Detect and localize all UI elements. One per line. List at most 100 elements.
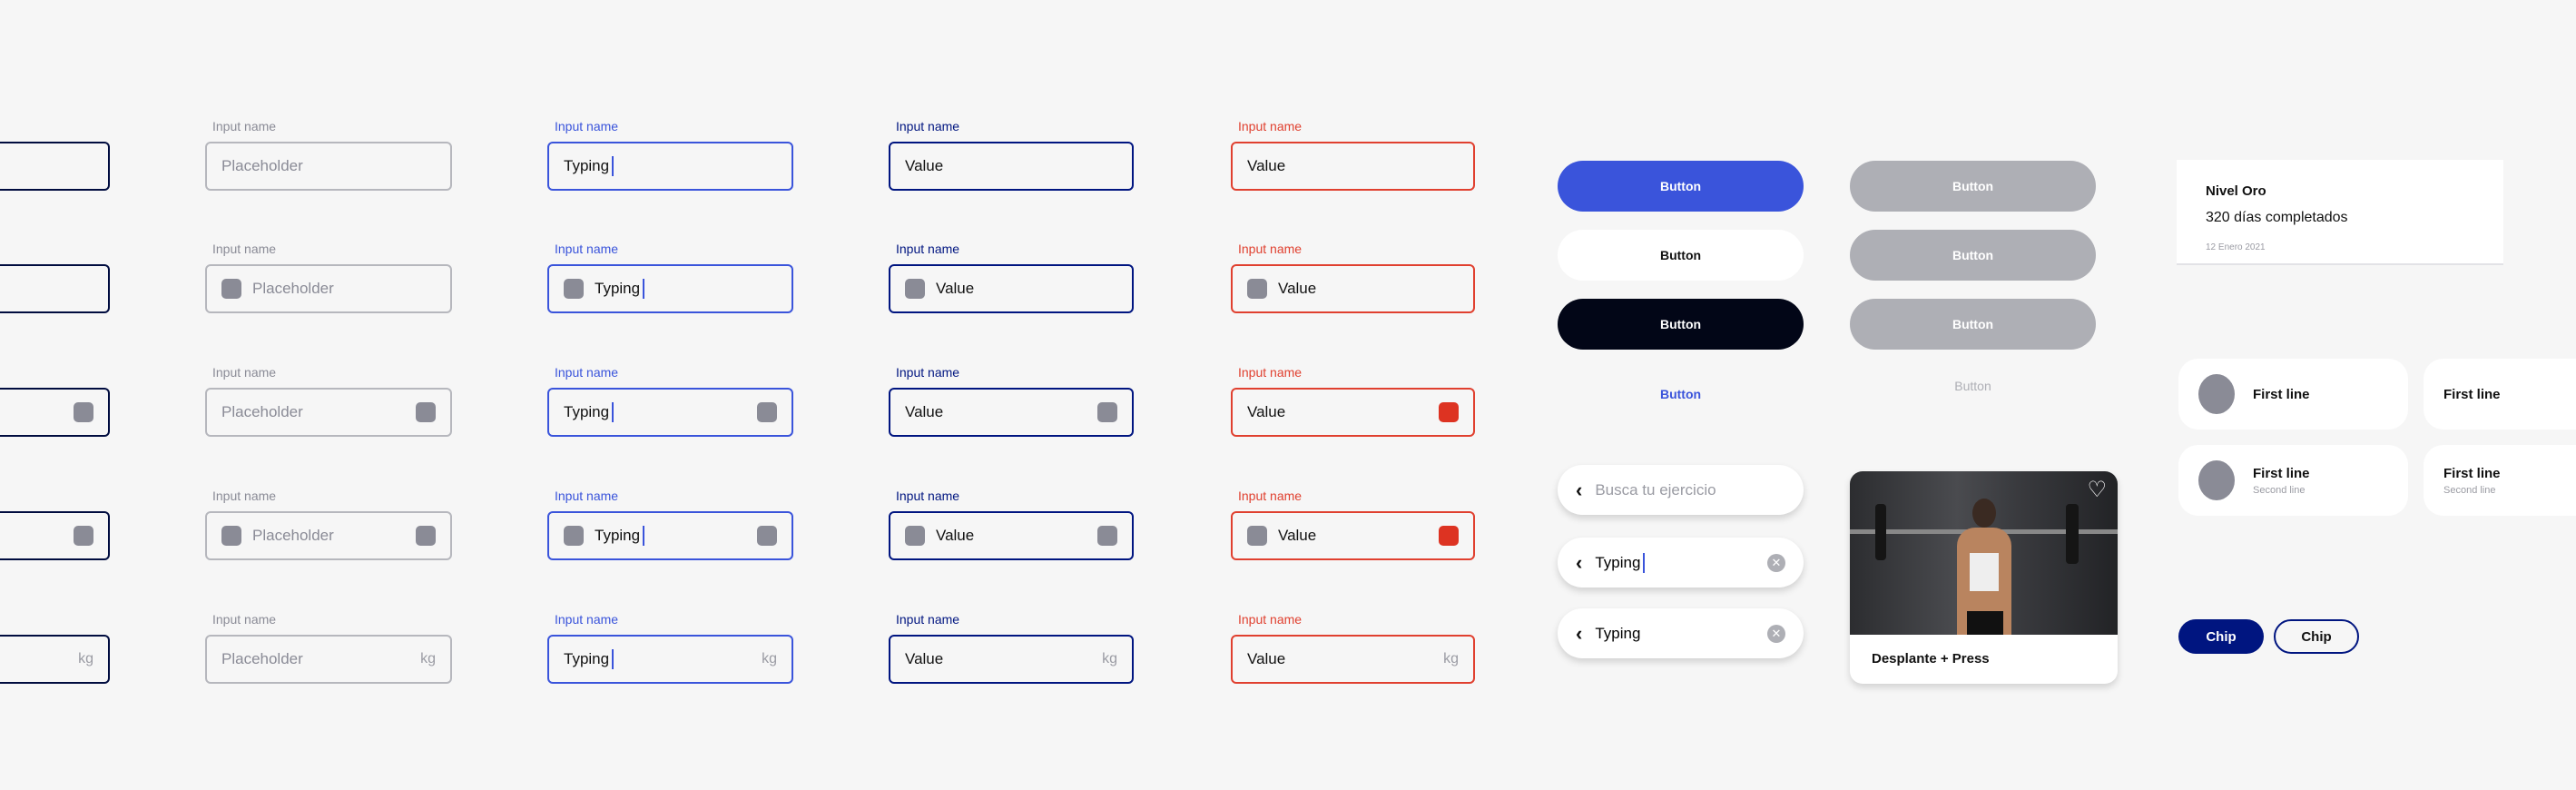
- trailing-icon[interactable]: [74, 402, 93, 422]
- trailing-icon[interactable]: [416, 526, 436, 546]
- leading-icon: [564, 526, 584, 546]
- input-field-filled-cropped-suffix[interactable]: kg: [0, 635, 110, 684]
- input-text: Value: [905, 403, 944, 420]
- trailing-icon[interactable]: [416, 402, 436, 422]
- input-text: Value: [905, 650, 944, 667]
- trailing-icon[interactable]: [1097, 526, 1117, 546]
- list-item[interactable]: First line Second line: [2424, 445, 2576, 516]
- input-label: Input name: [555, 612, 619, 627]
- search-placeholder: Busca tu ejercicio: [1595, 480, 1716, 499]
- input-field-error-suffix[interactable]: Value kg: [1231, 635, 1475, 684]
- back-chevron-icon[interactable]: ‹: [1576, 551, 1582, 575]
- first-line: First line: [2253, 386, 2310, 402]
- leading-icon: [905, 526, 925, 546]
- dark-button[interactable]: Button: [1558, 299, 1804, 350]
- input-label: Input name: [555, 365, 619, 380]
- input-text: Placeholder: [221, 650, 303, 667]
- unit-suffix: kg: [762, 651, 777, 667]
- search-bar-filled[interactable]: ‹ Typing ✕: [1558, 608, 1804, 658]
- search-bar-typing[interactable]: ‹ Typing ✕: [1558, 538, 1804, 588]
- input-label: Input name: [555, 242, 619, 256]
- input-field-empty-both-icons[interactable]: Placeholder: [205, 511, 452, 560]
- input-field-error-plain[interactable]: Value: [1231, 142, 1475, 191]
- leading-icon: [905, 279, 925, 299]
- back-chevron-icon[interactable]: ‹: [1576, 479, 1582, 502]
- input-field-error-left-icon[interactable]: Value: [1231, 264, 1475, 313]
- unit-suffix: kg: [420, 651, 436, 667]
- input-field-focused-plain[interactable]: Typing: [547, 142, 793, 191]
- search-bar-empty[interactable]: ‹ Busca tu ejercicio: [1558, 465, 1804, 515]
- input-label: Input name: [1238, 119, 1303, 133]
- disabled-text-button: Button: [1954, 379, 1991, 393]
- input-label: Input name: [1238, 489, 1303, 503]
- input-field-filled-cropped-left-icon[interactable]: [0, 264, 110, 313]
- input-text: Typing: [595, 527, 641, 544]
- list-item[interactable]: First line: [2424, 359, 2576, 430]
- input-label: Input name: [1238, 612, 1303, 627]
- search-value: Typing: [1595, 553, 1641, 571]
- unit-suffix: kg: [78, 651, 93, 667]
- unit-suffix: kg: [1102, 651, 1117, 667]
- leading-icon: [1247, 279, 1267, 299]
- input-text: Value: [1247, 157, 1286, 174]
- chip-selected[interactable]: Chip: [2178, 619, 2264, 654]
- input-label: Input name: [896, 365, 960, 380]
- primary-button[interactable]: Button: [1558, 161, 1804, 212]
- list-item[interactable]: First line Second line: [2178, 445, 2408, 516]
- trailing-icon[interactable]: [757, 526, 777, 546]
- input-field-filled-right-icon[interactable]: Value: [889, 388, 1134, 437]
- error-icon[interactable]: [1439, 402, 1459, 422]
- input-label: Input name: [212, 119, 277, 133]
- first-line: First line: [2443, 386, 2501, 402]
- second-line: Second line: [2253, 484, 2306, 496]
- card-date: 12 Enero 2021: [2206, 242, 2266, 252]
- input-field-filled-cropped-both-icons[interactable]: [0, 511, 110, 560]
- input-field-focused-suffix[interactable]: Typing kg: [547, 635, 793, 684]
- input-text: Placeholder: [252, 527, 334, 544]
- clear-icon[interactable]: ✕: [1767, 624, 1785, 643]
- card-title: Nivel Oro: [2206, 183, 2266, 199]
- second-line: Second line: [2443, 484, 2496, 496]
- disabled-button: Button: [1850, 230, 2096, 281]
- input-field-empty-left-icon[interactable]: Placeholder: [205, 264, 452, 313]
- heart-icon[interactable]: ♡: [2087, 477, 2107, 503]
- secondary-button[interactable]: Button: [1558, 230, 1804, 281]
- input-field-empty-plain[interactable]: Placeholder: [205, 142, 452, 191]
- input-field-filled-cropped-plain[interactable]: [0, 142, 110, 191]
- input-text: Typing: [564, 157, 610, 174]
- input-text: Value: [1247, 650, 1286, 667]
- input-text: Placeholder: [221, 157, 303, 174]
- input-field-filled-suffix[interactable]: Value kg: [889, 635, 1134, 684]
- avatar: [2198, 374, 2235, 414]
- input-field-filled-cropped-right-icon[interactable]: [0, 388, 110, 437]
- input-field-filled-plain[interactable]: Value: [889, 142, 1134, 191]
- input-label: Input name: [212, 612, 277, 627]
- text-button[interactable]: Button: [1558, 369, 1804, 420]
- input-field-empty-suffix[interactable]: Placeholder kg: [205, 635, 452, 684]
- input-label: Input name: [555, 489, 619, 503]
- input-field-focused-both-icons[interactable]: Typing: [547, 511, 793, 560]
- chip-unselected[interactable]: Chip: [2274, 619, 2359, 654]
- list-item[interactable]: First line: [2178, 359, 2408, 430]
- input-label: Input name: [555, 119, 619, 133]
- input-text: Value: [1247, 403, 1286, 420]
- input-field-error-both-icons[interactable]: Value: [1231, 511, 1475, 560]
- trailing-icon[interactable]: [74, 526, 93, 546]
- input-field-focused-right-icon[interactable]: Typing: [547, 388, 793, 437]
- input-label: Input name: [212, 242, 277, 256]
- input-text: Placeholder: [252, 280, 334, 297]
- error-icon[interactable]: [1439, 526, 1459, 546]
- trailing-icon[interactable]: [1097, 402, 1117, 422]
- input-field-focused-left-icon[interactable]: Typing: [547, 264, 793, 313]
- exercise-card[interactable]: ♡ Desplante + Press: [1850, 471, 2118, 684]
- input-field-error-right-icon[interactable]: Value: [1231, 388, 1475, 437]
- input-label: Input name: [1238, 242, 1303, 256]
- input-field-filled-both-icons[interactable]: Value: [889, 511, 1134, 560]
- clear-icon[interactable]: ✕: [1767, 553, 1785, 572]
- input-text: Value: [936, 280, 975, 297]
- input-field-empty-right-icon[interactable]: Placeholder: [205, 388, 452, 437]
- input-text: Placeholder: [221, 403, 303, 420]
- back-chevron-icon[interactable]: ‹: [1576, 622, 1582, 646]
- input-field-filled-left-icon[interactable]: Value: [889, 264, 1134, 313]
- trailing-icon[interactable]: [757, 402, 777, 422]
